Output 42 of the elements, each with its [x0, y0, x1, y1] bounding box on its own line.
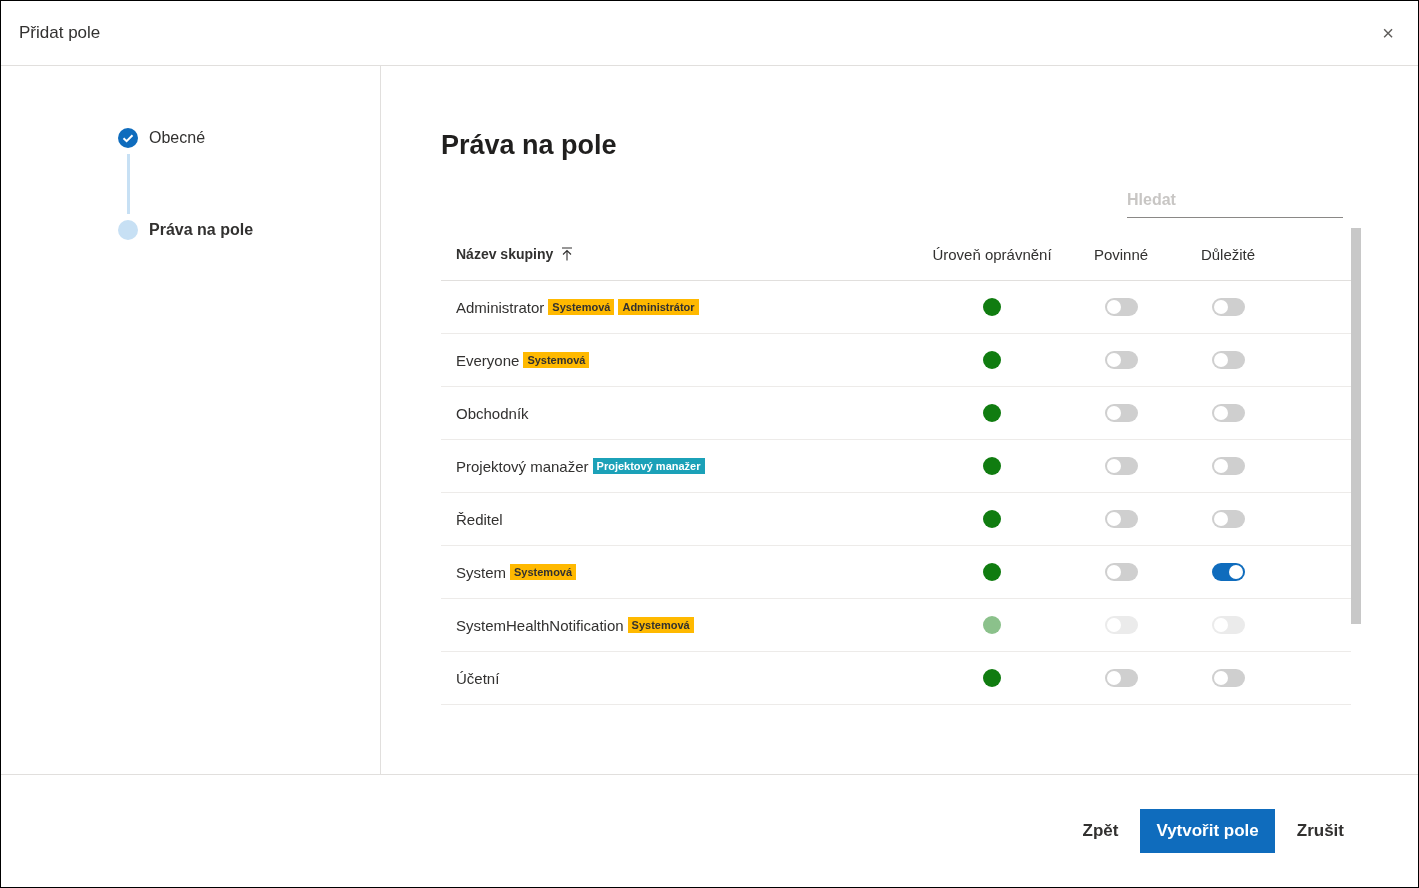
toggle-switch[interactable] [1211, 457, 1245, 475]
group-name: Everyone [456, 351, 520, 369]
column-header: Úroveň oprávnění [932, 245, 1052, 263]
toggle-switch[interactable] [1211, 298, 1245, 316]
toggle-switch[interactable] [1104, 298, 1138, 316]
page-heading: Práva na pole [441, 130, 618, 161]
group-name: Ředitel [456, 510, 503, 528]
toggle-switch[interactable] [1104, 351, 1138, 369]
tag: Systemová [627, 617, 694, 633]
toggle-switch[interactable] [1211, 563, 1245, 581]
column-header: Důležité [1200, 245, 1256, 263]
primary-button[interactable]: Vytvořit pole [1140, 809, 1275, 853]
column-header[interactable]: Název skupiny [456, 246, 554, 262]
step-label[interactable]: Obecné [149, 129, 206, 147]
group-name: Obchodník [456, 404, 529, 422]
column-header: Povinné [1093, 245, 1149, 263]
close-button[interactable]: × [1376, 21, 1400, 45]
toggle-switch[interactable] [1211, 404, 1245, 422]
tag: Systemová [548, 299, 615, 315]
tag: Administrátor [618, 299, 699, 315]
group-name: Administrator [456, 298, 545, 316]
toggle-switch[interactable] [1104, 404, 1138, 422]
toggle-switch[interactable] [1211, 669, 1245, 687]
scrollbar[interactable] [1351, 228, 1361, 624]
toggle-switch[interactable] [1211, 510, 1245, 528]
group-name: Projektový manažer [456, 457, 589, 475]
text-button[interactable]: Zrušit [1280, 809, 1360, 853]
group-name: System [456, 563, 506, 581]
tag: Systemová [510, 564, 577, 580]
tag: Projektový manažer [592, 458, 705, 474]
text-button[interactable]: Zpět [1066, 809, 1135, 853]
step-label[interactable]: Práva na pole [149, 221, 254, 239]
toggle-switch[interactable] [1211, 351, 1245, 369]
window-title: Přidat pole [19, 23, 101, 43]
toggle-switch[interactable] [1104, 563, 1138, 581]
group-name: SystemHealthNotification [456, 616, 624, 634]
toggle-switch[interactable] [1104, 510, 1138, 528]
sort-ascending-icon[interactable] [561, 247, 574, 261]
toggle-switch[interactable] [1104, 457, 1138, 475]
toggle-switch[interactable] [1104, 669, 1138, 687]
group-name: Účetní [456, 669, 500, 687]
tag: Systemová [523, 352, 590, 368]
